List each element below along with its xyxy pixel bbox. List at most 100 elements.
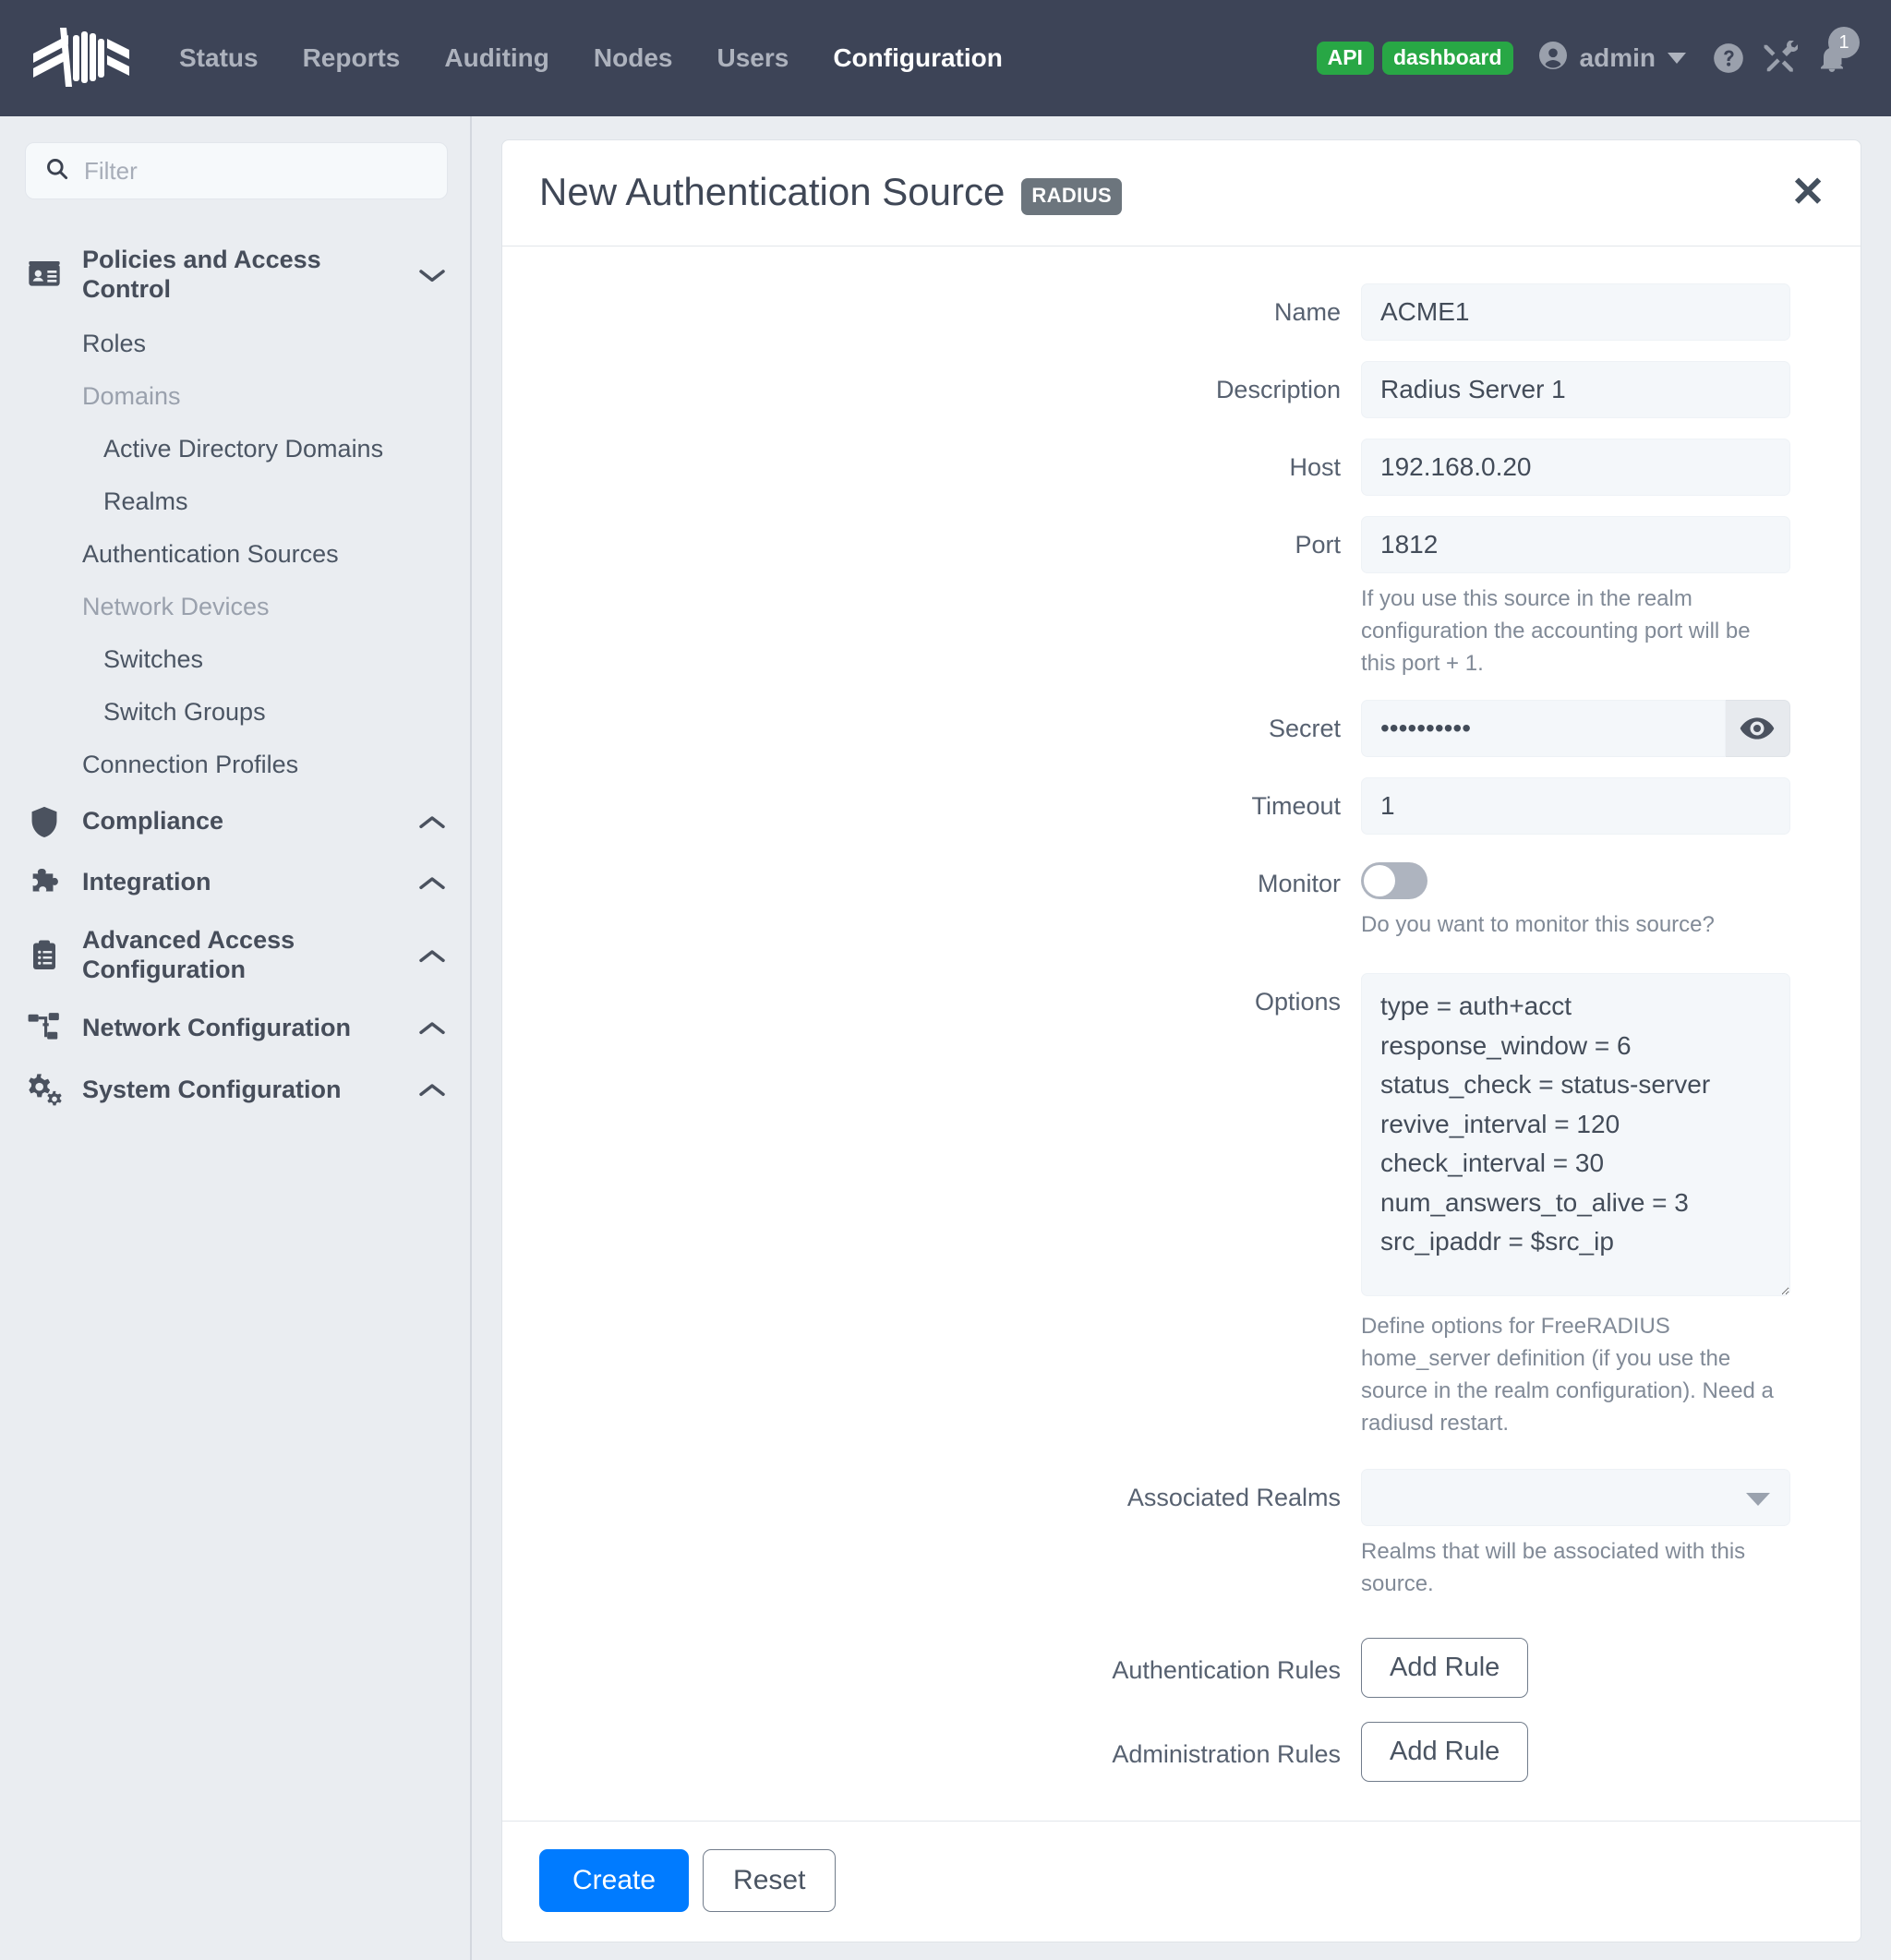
field-row-port: Port If you use this source in the realm…: [502, 516, 1825, 679]
nav-link-status[interactable]: Status: [157, 34, 281, 82]
sidebar-group-label: Policies and Access Control: [82, 246, 398, 305]
sidebar-group-policies-and-access-control[interactable]: Policies and Access Control: [25, 233, 448, 318]
main-nav: Status Reports Auditing Nodes Users Conf…: [157, 34, 1025, 82]
port-label: Port: [502, 516, 1361, 679]
sidebar-group-system-configuration[interactable]: System Configuration: [25, 1058, 448, 1121]
sidebar-group-label: Network Configuration: [82, 1014, 398, 1043]
create-button[interactable]: Create: [539, 1849, 689, 1912]
user-menu[interactable]: admin: [1536, 39, 1686, 78]
card-footer: Create Reset: [502, 1821, 1861, 1942]
api-badge[interactable]: API: [1317, 42, 1374, 75]
sidebar-filter[interactable]: [25, 142, 448, 199]
description-label: Description: [502, 361, 1361, 418]
sidebar-group-compliance[interactable]: Compliance: [25, 791, 448, 852]
sidebar-item-roles[interactable]: Roles: [25, 318, 448, 370]
secret-field[interactable]: [1361, 700, 1726, 757]
nav-link-reports[interactable]: Reports: [281, 34, 423, 82]
sidebar-group-integration[interactable]: Integration: [25, 852, 448, 913]
chevron-down-icon: [1668, 53, 1686, 64]
field-row-monitor: Monitor Do you want to monitor this sour…: [502, 855, 1825, 942]
tools-icon[interactable]: [1754, 32, 1806, 84]
toggle-knob: [1364, 865, 1395, 896]
clipboard-list-icon: [25, 939, 64, 972]
field-row-timeout: Timeout: [502, 777, 1825, 835]
field-row-associated-realms: Associated Realms Realms that will be as…: [502, 1469, 1825, 1601]
sidebar-item-active-directory-domains[interactable]: Active Directory Domains: [25, 423, 448, 475]
nav-link-auditing[interactable]: Auditing: [422, 34, 572, 82]
sidebar-group-label: Advanced Access Configuration: [82, 926, 398, 985]
chevron-down-icon[interactable]: [416, 266, 448, 284]
packetfence-logo-icon[interactable]: [26, 24, 135, 92]
search-icon: [44, 156, 69, 186]
user-name-label: admin: [1580, 43, 1656, 73]
associated-realms-label: Associated Realms: [502, 1469, 1361, 1601]
nav-link-users[interactable]: Users: [694, 34, 811, 82]
shield-icon: [25, 804, 64, 839]
sidebar-item-realms[interactable]: Realms: [25, 475, 448, 528]
reset-button[interactable]: Reset: [703, 1849, 836, 1912]
add-administration-rule-button[interactable]: Add Rule: [1361, 1722, 1528, 1782]
options-help-text: Define options for FreeRADIUS home_serve…: [1361, 1311, 1790, 1439]
sidebar-item-connection-profiles[interactable]: Connection Profiles: [25, 739, 448, 791]
sidebar-group-label: System Configuration: [82, 1076, 398, 1105]
status-badge: RADIUS: [1021, 178, 1122, 215]
chevron-up-icon[interactable]: [416, 946, 448, 965]
administration-rules-label: Administration Rules: [502, 1722, 1361, 1769]
field-row-host: Host: [502, 439, 1825, 496]
sidebar-item-switch-groups[interactable]: Switch Groups: [25, 686, 448, 739]
name-field[interactable]: [1361, 283, 1790, 341]
page-title: New Authentication Source: [539, 170, 1005, 214]
identification-card-icon: [25, 257, 64, 294]
chevron-down-icon: [1746, 1493, 1770, 1506]
sidebar-item-authentication-sources[interactable]: Authentication Sources: [25, 528, 448, 581]
eye-icon[interactable]: [1726, 700, 1790, 757]
port-field[interactable]: [1361, 516, 1790, 573]
cogs-icon: [25, 1071, 64, 1108]
authentication-rules-label: Authentication Rules: [502, 1638, 1361, 1685]
sidebar-group-advanced-access-configuration[interactable]: Advanced Access Configuration: [25, 913, 448, 998]
close-icon[interactable]: ✕: [1790, 175, 1825, 209]
top-navbar: Status Reports Auditing Nodes Users Conf…: [0, 0, 1891, 116]
user-circle-icon: [1536, 39, 1570, 78]
nav-link-nodes[interactable]: Nodes: [572, 34, 695, 82]
options-textarea[interactable]: type = auth+acct response_window = 6 sta…: [1361, 973, 1790, 1296]
chevron-up-icon[interactable]: [416, 812, 448, 831]
associated-realms-select[interactable]: [1361, 1469, 1790, 1526]
chevron-up-icon[interactable]: [416, 1018, 448, 1037]
field-row-administration-rules: Administration Rules Add Rule: [502, 1722, 1825, 1782]
timeout-label: Timeout: [502, 777, 1361, 835]
new-authentication-source-card: New Authentication Source RADIUS ✕ Name …: [501, 139, 1861, 1942]
sidebar-item-switches[interactable]: Switches: [25, 633, 448, 686]
bell-icon[interactable]: 1: [1806, 32, 1858, 84]
chevron-up-icon[interactable]: [416, 873, 448, 892]
question-circle-icon[interactable]: [1703, 32, 1754, 84]
sidebar-group-label: Compliance: [82, 807, 398, 836]
name-label: Name: [502, 283, 1361, 341]
filter-input[interactable]: [84, 157, 428, 186]
host-label: Host: [502, 439, 1361, 496]
monitor-toggle[interactable]: [1361, 862, 1427, 899]
sitemap-icon: [25, 1010, 64, 1045]
main-content: New Authentication Source RADIUS ✕ Name …: [472, 116, 1891, 1960]
card-header: New Authentication Source RADIUS ✕: [502, 140, 1861, 247]
associated-realms-help-text: Realms that will be associated with this…: [1361, 1536, 1790, 1601]
timeout-field[interactable]: [1361, 777, 1790, 835]
description-field[interactable]: [1361, 361, 1790, 418]
field-row-options: Options type = auth+acct response_window…: [502, 973, 1825, 1439]
dashboard-badge[interactable]: dashboard: [1382, 42, 1513, 75]
options-label: Options: [502, 973, 1361, 1439]
notification-count-badge: 1: [1828, 27, 1860, 58]
secret-label: Secret: [502, 700, 1361, 757]
field-row-authentication-rules: Authentication Rules Add Rule: [502, 1638, 1825, 1698]
chevron-up-icon[interactable]: [416, 1080, 448, 1099]
add-authentication-rule-button[interactable]: Add Rule: [1361, 1638, 1528, 1698]
sidebar-heading-domains: Domains: [25, 370, 448, 423]
navbar-right: API dashboard admin 1: [1317, 32, 1858, 84]
field-row-name: Name: [502, 283, 1825, 341]
card-body: Name Description Host: [502, 247, 1861, 1821]
monitor-help-text: Do you want to monitor this source?: [1361, 909, 1790, 942]
host-field[interactable]: [1361, 439, 1790, 496]
nav-link-configuration[interactable]: Configuration: [811, 34, 1025, 82]
sidebar: Policies and Access Control Roles Domain…: [0, 116, 472, 1960]
sidebar-group-network-configuration[interactable]: Network Configuration: [25, 997, 448, 1058]
